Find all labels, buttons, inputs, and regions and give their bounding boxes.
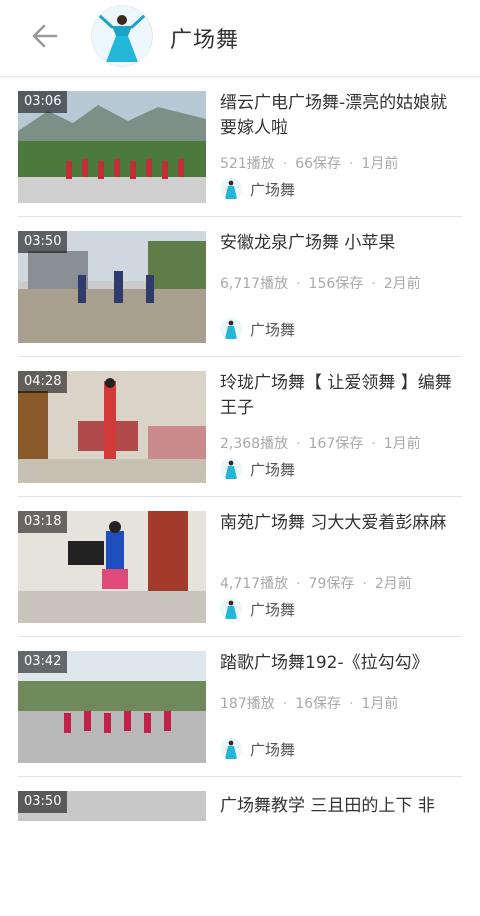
video-stats: 2,368播放 · 167保存 · 1月前 (220, 433, 460, 453)
post-time: 2月前 (383, 276, 421, 292)
uploader-avatar (220, 318, 242, 340)
video-thumbnail[interactable]: 03:18 (18, 511, 206, 623)
video-item[interactable]: 03:50 安徽龙泉广场舞 小苹果 6,717播放 · 156保存 · 2月前 广场舞 (18, 217, 462, 357)
video-title[interactable]: 广场舞教学 三且田的上下 非 (220, 791, 435, 816)
video-stats: 4,717播放 · 79保存 · 2月前 (220, 573, 460, 593)
play-count: 4,717播放 (220, 576, 289, 592)
play-count: 2,368播放 (220, 436, 289, 452)
uploader-avatar (220, 178, 242, 200)
video-thumbnail[interactable]: 03:50 (18, 791, 206, 821)
video-thumbnail[interactable]: 03:42 (18, 651, 206, 763)
save-count: 156保存 (308, 276, 364, 292)
video-title[interactable]: 安徽龙泉广场舞 小苹果 (220, 231, 460, 256)
video-thumbnail[interactable]: 03:06 (18, 91, 206, 203)
uploader-name: 广场舞 (250, 321, 296, 339)
video-duration: 03:06 (18, 91, 68, 113)
video-item[interactable]: 03:06 缙云广电广场舞-漂亮的姑娘就要嫁人啦 521播放 · 66保存 · 1月前 … (18, 77, 462, 217)
uploader-avatar (220, 738, 242, 760)
play-count: 6,717播放 (220, 276, 289, 292)
video-title[interactable]: 南苑广场舞 习大大爱着彭麻麻 (220, 511, 460, 536)
save-count: 66保存 (295, 156, 342, 172)
video-item[interactable]: 03:50 广场舞教学 三且田的上下 非 (18, 777, 462, 916)
top-bar: 广场舞 (0, 0, 480, 77)
uploader-name: 广场舞 (250, 741, 296, 759)
video-item[interactable]: 04:28 玲珑广场舞【 让爱领舞 】编舞王子 2,368播放 · 167保存 · 1月… (18, 357, 462, 497)
uploader-name: 广场舞 (250, 181, 296, 199)
video-duration: 03:42 (18, 651, 68, 673)
video-thumbnail[interactable]: 04:28 (18, 371, 206, 483)
video-title[interactable]: 玲珑广场舞【 让爱领舞 】编舞王子 (220, 371, 460, 421)
video-item[interactable]: 03:18 南苑广场舞 习大大爱着彭麻麻 4,717播放 · 79保存 · 2月前 广场… (18, 497, 462, 637)
channel-avatar[interactable] (92, 6, 152, 66)
arrow-left-icon (32, 24, 58, 48)
video-duration: 04:28 (18, 371, 68, 393)
video-duration: 03:50 (18, 231, 68, 253)
video-duration: 03:18 (18, 511, 68, 533)
save-count: 79保存 (308, 576, 355, 592)
save-count: 167保存 (308, 436, 364, 452)
video-stats: 187播放 · 16保存 · 1月前 (220, 693, 460, 713)
uploader-avatar (220, 598, 242, 620)
play-count: 187播放 (220, 696, 275, 712)
video-stats: 521播放 · 66保存 · 1月前 (220, 153, 460, 173)
play-count: 521播放 (220, 156, 275, 172)
uploader-name: 广场舞 (250, 601, 296, 619)
dancer-avatar-image (92, 6, 152, 66)
post-time: 1月前 (383, 436, 421, 452)
post-time: 1月前 (361, 156, 399, 172)
save-count: 16保存 (295, 696, 342, 712)
page-title: 广场舞 (170, 28, 240, 53)
post-time: 1月前 (361, 696, 399, 712)
post-time: 2月前 (374, 576, 412, 592)
video-title[interactable]: 缙云广电广场舞-漂亮的姑娘就要嫁人啦 (220, 91, 460, 141)
video-thumbnail[interactable]: 03:50 (18, 231, 206, 343)
video-item[interactable]: 03:42 踏歌广场舞192-《拉勾勾》 187播放 · 16保存 · 1月前 广场舞 (18, 637, 462, 777)
video-stats: 6,717播放 · 156保存 · 2月前 (220, 273, 460, 293)
uploader-avatar (220, 458, 242, 480)
video-title[interactable]: 踏歌广场舞192-《拉勾勾》 (220, 651, 460, 676)
uploader-name: 广场舞 (250, 461, 296, 479)
video-duration: 03:50 (18, 791, 68, 813)
back-button[interactable] (26, 18, 66, 54)
